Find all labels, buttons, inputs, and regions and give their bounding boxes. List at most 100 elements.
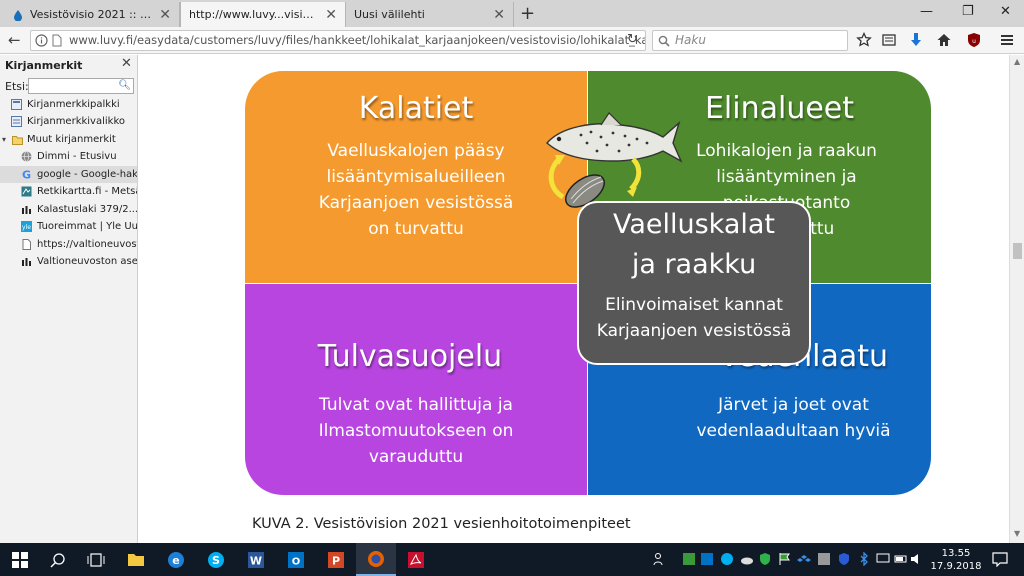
clock-date: 17.9.2018 — [930, 561, 982, 572]
sidebar-item-bookmark-menu[interactable]: Kirjanmerkkivalikko — [0, 113, 137, 130]
tab-pdf[interactable]: http://www.luvy...visio_2021.pdf ✕ — [180, 2, 346, 27]
sidebar-item-dimmi[interactable]: Dimmi - Etusivu — [0, 148, 137, 165]
dropbox-icon[interactable] — [797, 552, 811, 566]
windows-start-icon[interactable] — [0, 543, 40, 576]
close-tab-icon[interactable]: ✕ — [493, 7, 505, 23]
google-icon: G — [22, 169, 31, 180]
home-icon[interactable] — [936, 32, 952, 48]
new-tab-button[interactable]: + — [520, 3, 535, 24]
search-input[interactable]: Haku — [652, 30, 848, 51]
volume-icon[interactable] — [910, 552, 924, 566]
info-icon[interactable] — [35, 34, 48, 47]
search-icon: 🔍︎ — [118, 80, 131, 91]
chevron-down-icon[interactable]: ▾ — [2, 131, 6, 148]
sidebar-item-other-bookmarks[interactable]: ▾ Muut kirjanmerkit — [0, 131, 137, 148]
svg-text:S: S — [212, 554, 220, 567]
center-title: Vaelluskalat — [612, 209, 776, 240]
camtasia-icon[interactable] — [682, 552, 696, 566]
magnifier-icon — [50, 552, 65, 567]
ublock-icon[interactable]: u — [966, 32, 982, 48]
powerpoint-icon[interactable]: P — [316, 543, 356, 576]
firefox-icon[interactable] — [356, 543, 396, 576]
tab-vesistovisio[interactable]: Vesistövisio 2021 :: Länsi-... ✕ — [4, 2, 180, 27]
sidebar-item-label: Kalastuslaki 379/2... — [37, 204, 137, 215]
file-explorer-icon[interactable] — [116, 543, 156, 576]
vpn-icon[interactable] — [817, 552, 831, 566]
windows-taskbar: e S W O P 13.55 17.9.2018 — [0, 543, 1024, 576]
restore-icon[interactable]: ❐ — [962, 4, 974, 19]
finlex-icon — [22, 258, 31, 266]
action-center-icon[interactable] — [992, 551, 1008, 567]
people-icon[interactable] — [653, 552, 667, 566]
system-clock[interactable]: 13.55 17.9.2018 — [926, 547, 986, 573]
text-line: vedenlaadultaan hyviä — [696, 421, 891, 441]
search-placeholder: Haku — [675, 33, 706, 47]
sidebar-item-valtioneuvosto-link[interactable]: https://valtioneuvost... — [0, 236, 137, 253]
skype-tray-icon[interactable] — [720, 552, 734, 566]
minimize-icon[interactable]: — — [920, 4, 933, 19]
url-text: www.luvy.fi/easydata/customers/luvy/file… — [69, 33, 646, 47]
scroll-down-icon[interactable]: ▼ — [1014, 529, 1020, 538]
folder-icon — [128, 554, 144, 566]
page-icon — [22, 239, 31, 250]
display-icon[interactable] — [876, 552, 890, 566]
close-window-icon[interactable]: ✕ — [1000, 4, 1011, 19]
sidebar-item-valtioneuvoston-asetus[interactable]: Valtioneuvoston aset... — [0, 253, 137, 270]
download-icon[interactable] — [908, 32, 924, 48]
task-view-icon[interactable] — [76, 543, 116, 576]
text-line: Ilmastomuutokseen on — [318, 421, 514, 441]
sidebar-item-label: Valtioneuvoston aset... — [37, 256, 137, 267]
sidebar-title: Kirjanmerkit — [5, 59, 83, 72]
outlook-icon[interactable]: O — [276, 543, 316, 576]
word-icon[interactable]: W — [236, 543, 276, 576]
close-icon[interactable]: ✕ — [121, 56, 132, 71]
flag-icon[interactable] — [778, 552, 792, 566]
reading-list-icon[interactable] — [881, 32, 897, 48]
svg-text:O: O — [292, 556, 301, 567]
acrobat-icon[interactable] — [396, 543, 436, 576]
url-bar[interactable]: www.luvy.fi/easydata/customers/luvy/file… — [30, 30, 646, 51]
firefox-logo-icon — [368, 550, 384, 567]
close-tab-icon[interactable]: ✕ — [159, 7, 171, 23]
tab-new[interactable]: Uusi välilehti ✕ — [346, 2, 514, 27]
quadrant-title: Tulvasuojelu — [317, 339, 503, 374]
text-line: Karjaanjoen vesistössä — [318, 193, 514, 213]
scroll-up-icon[interactable]: ▲ — [1014, 57, 1020, 66]
edge-icon[interactable]: e — [156, 543, 196, 576]
close-tab-icon[interactable]: ✕ — [325, 7, 337, 23]
sidebar-item-retkikartta[interactable]: Retkikartta.fi - Metsä... — [0, 183, 137, 200]
shield-icon[interactable] — [837, 552, 851, 566]
text-line: lisääntymisalueilleen — [326, 167, 506, 187]
bluetooth-icon[interactable] — [857, 552, 871, 566]
quadrant-kalatiet: Kalatiet Vaelluskalojen pääsy lisääntymi… — [245, 71, 587, 283]
sidebar-item-yle[interactable]: yle Tuoreimmat | Yle Uut... — [0, 218, 137, 235]
vertical-scrollbar[interactable]: ▲ ▼ — [1009, 55, 1024, 543]
quadrant-text: Järvet ja joet ovat vedenlaadultaan hyvi… — [622, 392, 931, 444]
center-box: Vaelluskalat ja raakku Elinvoimaiset kan… — [577, 201, 811, 365]
skype-icon[interactable]: S — [196, 543, 236, 576]
star-icon[interactable] — [856, 32, 872, 48]
search-icon[interactable] — [38, 543, 78, 576]
scroll-thumb[interactable] — [1013, 243, 1022, 259]
hamburger-menu-icon[interactable] — [999, 32, 1015, 48]
back-arrow-icon[interactable]: ← — [8, 31, 21, 49]
security-icon[interactable] — [758, 552, 772, 566]
cloud-icon[interactable] — [740, 552, 754, 566]
center-subtitle: Karjaanjoen vesistössä — [596, 321, 792, 341]
sidebar-item-label: Retkikartta.fi - Metsä... — [37, 186, 137, 197]
battery-icon[interactable] — [894, 552, 908, 566]
search-icon — [658, 35, 670, 47]
sidebar-item-kalastuslaki[interactable]: Kalastuslaki 379/2... — [0, 201, 137, 218]
sidebar-item-google[interactable]: G google - Google-haku — [0, 166, 137, 183]
svg-text:yle: yle — [22, 224, 31, 231]
vesistovisio-diagram: Kalatiet Vaelluskalojen pääsy lisääntymi… — [245, 71, 931, 495]
sidebar-item-label: Muut kirjanmerkit — [27, 134, 116, 145]
tab-title: http://www.luvy...visio_2021.pdf — [189, 8, 319, 21]
text-line: on turvattu — [368, 219, 464, 239]
sidebar-item-bookmark-toolbar[interactable]: Kirjanmerkkipalkki — [0, 96, 137, 113]
text-line: Tulvat ovat hallittuja ja — [319, 395, 513, 415]
reload-icon[interactable]: ↻ — [627, 32, 638, 47]
outlook-tray-icon[interactable] — [700, 552, 714, 566]
bookmark-search-input[interactable]: 🔍︎ — [28, 78, 134, 94]
windows-logo-icon — [12, 551, 28, 568]
